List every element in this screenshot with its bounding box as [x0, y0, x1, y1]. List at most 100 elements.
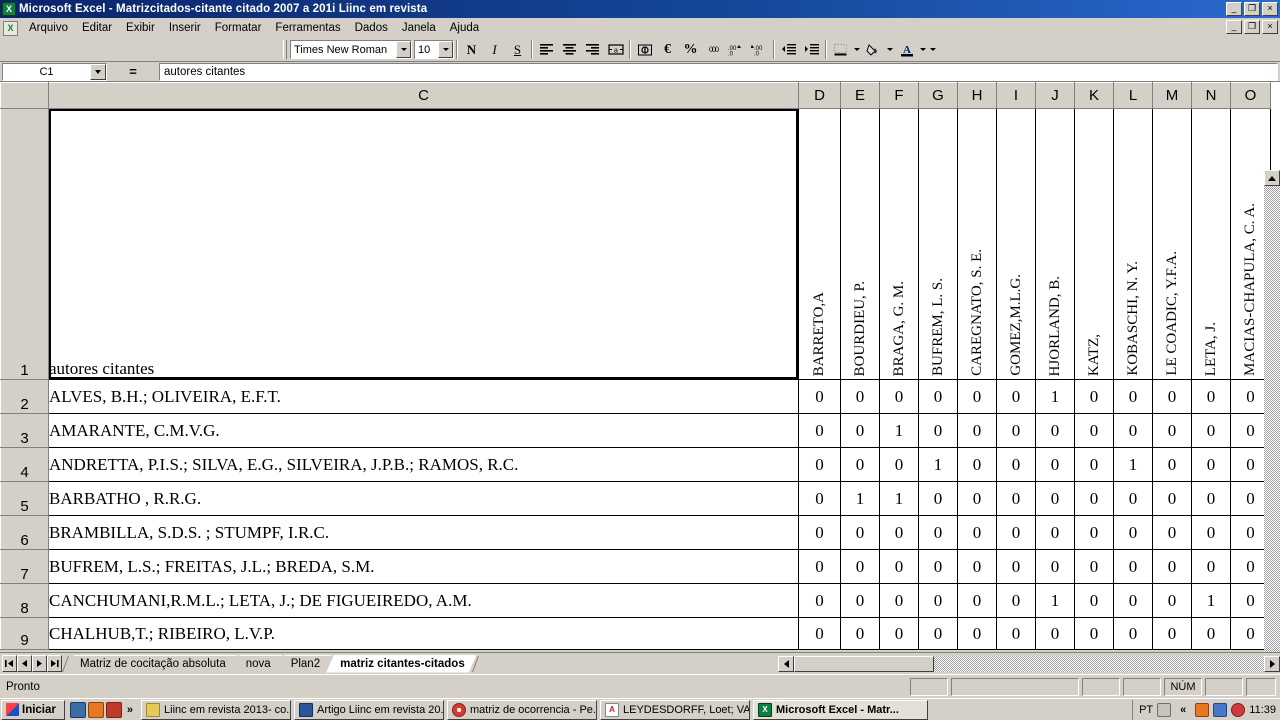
- font-name-chevron-down-icon[interactable]: [396, 41, 411, 58]
- column-header-K[interactable]: K: [1074, 82, 1114, 109]
- column-header-M[interactable]: M: [1152, 82, 1192, 109]
- cell-N7[interactable]: 0: [1191, 549, 1231, 584]
- cell-H5[interactable]: 0: [957, 481, 997, 516]
- language-indicator[interactable]: PT: [1139, 704, 1153, 716]
- align-right-icon[interactable]: [581, 39, 604, 60]
- menu-item-ajuda[interactable]: Ajuda: [443, 20, 486, 36]
- row-header-3[interactable]: 3: [0, 413, 49, 448]
- borders-chevron-down-icon[interactable]: [852, 48, 862, 51]
- cell-G2[interactable]: 0: [918, 379, 958, 414]
- task-button-liinc-revista[interactable]: Liinc em revista 2013- co...: [141, 699, 292, 720]
- cell-F1[interactable]: BRAGA, G. M.: [879, 108, 919, 380]
- cell-D3[interactable]: 0: [798, 413, 841, 448]
- tray-overflow-chevron-icon[interactable]: «: [1180, 704, 1186, 716]
- column-header-N[interactable]: N: [1191, 82, 1231, 109]
- decrease-decimal-icon[interactable]: .00.0: [748, 39, 771, 60]
- column-header-G[interactable]: G: [918, 82, 958, 109]
- cell-N3[interactable]: 0: [1191, 413, 1231, 448]
- select-all-corner[interactable]: [0, 82, 49, 109]
- cell-L9[interactable]: 0: [1113, 617, 1153, 650]
- cell-I5[interactable]: 0: [996, 481, 1036, 516]
- cell-N4[interactable]: 0: [1191, 447, 1231, 482]
- cell-H9[interactable]: 0: [957, 617, 997, 650]
- cell-M7[interactable]: 0: [1152, 549, 1192, 584]
- align-left-icon[interactable]: [535, 39, 558, 60]
- cell-F3[interactable]: 1: [879, 413, 919, 448]
- cell-G7[interactable]: 0: [918, 549, 958, 584]
- column-header-H[interactable]: H: [957, 82, 997, 109]
- show-desktop-icon[interactable]: [69, 701, 86, 718]
- cell-G1[interactable]: BUFREM, L. S.: [918, 108, 958, 380]
- cell-I7[interactable]: 0: [996, 549, 1036, 584]
- task-button-excel[interactable]: X Microsoft Excel - Matr...: [753, 699, 929, 720]
- cell-D9[interactable]: 0: [798, 617, 841, 650]
- menu-item-dados[interactable]: Dados: [348, 20, 395, 36]
- cell-N1[interactable]: LETA, J.: [1191, 108, 1231, 380]
- font-name-combo[interactable]: Times New Roman: [290, 40, 412, 59]
- cell-M2[interactable]: 0: [1152, 379, 1192, 414]
- cell-G3[interactable]: 0: [918, 413, 958, 448]
- cell-J9[interactable]: 0: [1035, 617, 1075, 650]
- sheet-tab-matriz-cocitacao[interactable]: Matriz de cocitação absoluta: [66, 655, 238, 673]
- cell-M9[interactable]: 0: [1152, 617, 1192, 650]
- start-button[interactable]: Iniciar: [1, 699, 65, 720]
- font-size-combo[interactable]: 10: [414, 40, 454, 59]
- cell-N6[interactable]: 0: [1191, 515, 1231, 550]
- network-icon[interactable]: [1213, 702, 1228, 717]
- cell-C4[interactable]: ANDRETTA, P.I.S.; SILVA, E.G., SILVEIRA,…: [48, 447, 799, 482]
- cell-E8[interactable]: 0: [840, 583, 880, 618]
- toolbar-grip[interactable]: [283, 40, 287, 59]
- cell-L6[interactable]: 0: [1113, 515, 1153, 550]
- cell-K8[interactable]: 0: [1074, 583, 1114, 618]
- cell-N5[interactable]: 0: [1191, 481, 1231, 516]
- close-button[interactable]: ×: [1262, 2, 1278, 16]
- sheet-tab-matriz-citantes-citados[interactable]: matriz citantes-citados: [326, 655, 477, 673]
- menu-item-exibir[interactable]: Exibir: [119, 20, 162, 36]
- cell-G9[interactable]: 0: [918, 617, 958, 650]
- tools-icon[interactable]: [105, 701, 122, 718]
- cell-F4[interactable]: 0: [879, 447, 919, 482]
- cell-J8[interactable]: 1: [1035, 583, 1075, 618]
- document-icon[interactable]: X: [3, 20, 18, 36]
- column-header-D[interactable]: D: [798, 82, 841, 109]
- vertical-scrollbar[interactable]: [1264, 170, 1280, 720]
- cell-K4[interactable]: 0: [1074, 447, 1114, 482]
- column-header-F[interactable]: F: [879, 82, 919, 109]
- percent-icon[interactable]: %: [679, 39, 702, 60]
- media-player-icon[interactable]: [87, 701, 104, 718]
- font-size-chevron-down-icon[interactable]: [438, 41, 453, 58]
- cell-C7[interactable]: BUFREM, L.S.; FREITAS, J.L.; BREDA, S.M.: [48, 549, 799, 584]
- row-header-1[interactable]: 1: [0, 108, 49, 380]
- cell-I6[interactable]: 0: [996, 515, 1036, 550]
- cell-J3[interactable]: 0: [1035, 413, 1075, 448]
- column-header-I[interactable]: I: [996, 82, 1036, 109]
- cell-J6[interactable]: 0: [1035, 515, 1075, 550]
- cell-F6[interactable]: 0: [879, 515, 919, 550]
- java-icon[interactable]: [1195, 702, 1210, 717]
- row-header-7[interactable]: 7: [0, 549, 49, 584]
- cell-I2[interactable]: 0: [996, 379, 1036, 414]
- row-header-6[interactable]: 6: [0, 515, 49, 550]
- formula-input[interactable]: autores citantes: [159, 62, 1278, 81]
- cell-J5[interactable]: 0: [1035, 481, 1075, 516]
- clock[interactable]: 11:39: [1249, 704, 1276, 716]
- euro-icon[interactable]: €: [656, 39, 679, 60]
- cell-I4[interactable]: 0: [996, 447, 1036, 482]
- cell-E3[interactable]: 0: [840, 413, 880, 448]
- column-header-E[interactable]: E: [840, 82, 880, 109]
- menu-item-arquivo[interactable]: Arquivo: [22, 20, 75, 36]
- keyboard-icon[interactable]: [1157, 702, 1172, 717]
- prev-sheet-button[interactable]: [17, 655, 32, 672]
- doc-restore-button[interactable]: ❐: [1244, 20, 1260, 34]
- font-color-icon[interactable]: A: [895, 39, 918, 60]
- cell-H3[interactable]: 0: [957, 413, 997, 448]
- increase-indent-icon[interactable]: [800, 39, 823, 60]
- cell-K6[interactable]: 0: [1074, 515, 1114, 550]
- fill-color-icon[interactable]: [862, 39, 885, 60]
- cell-N2[interactable]: 0: [1191, 379, 1231, 414]
- row-header-8[interactable]: 8: [0, 583, 49, 618]
- cell-I9[interactable]: 0: [996, 617, 1036, 650]
- cell-C9[interactable]: CHALHUB,T.; RIBEIRO, L.V.P.: [48, 617, 799, 650]
- cell-G4[interactable]: 1: [918, 447, 958, 482]
- last-sheet-button[interactable]: [47, 655, 62, 672]
